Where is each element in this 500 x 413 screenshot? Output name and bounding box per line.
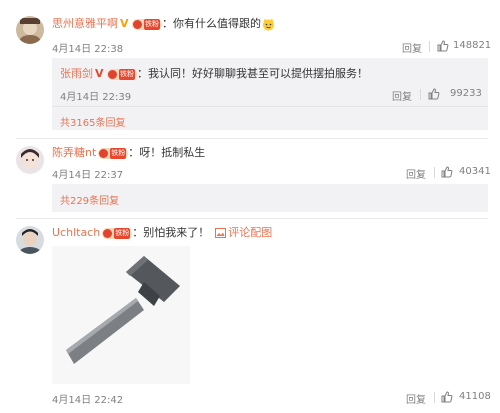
comment-text: ：你有什么值得跟的: [162, 17, 261, 30]
like-count: 40341: [459, 166, 491, 177]
like-count: 41108: [459, 391, 491, 402]
divider: [420, 89, 421, 100]
comment-divider: [16, 218, 488, 219]
reply-button[interactable]: 回复: [406, 166, 426, 181]
fan-heart-icon: [99, 148, 109, 158]
more-replies-link[interactable]: 共229条回复: [60, 192, 119, 207]
divider: [434, 167, 435, 178]
reply-button[interactable]: 回复: [406, 391, 426, 406]
like-count: 99233: [450, 88, 482, 99]
reply-button[interactable]: 回复: [392, 88, 412, 103]
fan-heart-icon: [133, 19, 142, 29]
comment-header: Uchltach 铁粉 ：别怕我来了！ 评论配图: [52, 226, 272, 240]
comment-username[interactable]: 陈弄糖nt: [52, 146, 96, 159]
more-replies-box: 共229条回复: [52, 184, 488, 212]
avatar[interactable]: [16, 16, 44, 44]
verified-v-icon: V: [95, 67, 104, 80]
avatar-image: [16, 146, 44, 174]
avatar-image: [16, 226, 44, 254]
fan-badge-label: 铁粉: [144, 18, 160, 30]
thumbs-up-icon[interactable]: [428, 88, 440, 100]
fan-badge: 铁粉: [98, 147, 129, 159]
thumbs-up-icon[interactable]: [437, 40, 449, 52]
fan-badge-label: 铁粉: [114, 227, 131, 239]
sub-reply-time: 4月14日 22:39: [60, 92, 132, 103]
sub-reply-username[interactable]: 张雨剑: [60, 67, 93, 80]
comment-time: 4月14日 22:38: [52, 44, 124, 55]
comment-header: 思州意雅平啊 V 铁粉 ：你有什么值得跟的: [52, 17, 275, 31]
comment-username[interactable]: 思州意雅平啊: [52, 17, 118, 30]
comment-divider: [16, 138, 488, 139]
avatar-image: [16, 16, 44, 44]
divider: [52, 106, 488, 107]
avatar[interactable]: [16, 226, 44, 254]
thumbs-up-icon[interactable]: [441, 391, 453, 403]
thumbs-up-icon[interactable]: [441, 166, 453, 178]
fan-badge-label: 铁粉: [110, 147, 127, 159]
image-icon: [215, 228, 227, 238]
divider: [429, 41, 430, 52]
comment-text: ：别怕我来了！: [132, 226, 210, 239]
avatar[interactable]: [16, 146, 44, 174]
comment-header: 陈弄糖nt 铁粉 ：呀！抵制私生: [52, 146, 205, 160]
reply-button[interactable]: 回复: [402, 40, 422, 55]
fan-badge: 铁粉: [102, 227, 133, 239]
fan-heart-icon: [103, 228, 113, 238]
comment-username[interactable]: Uchltach: [52, 226, 100, 239]
verified-v-icon: V: [120, 17, 129, 30]
comment-time: 4月14日 22:42: [52, 395, 124, 406]
fan-badge: 铁粉: [107, 68, 137, 80]
comment-image-link[interactable]: 评论配图: [228, 226, 272, 239]
fan-badge: 铁粉: [132, 18, 162, 30]
comment-attached-image[interactable]: [52, 246, 190, 384]
comment-text: ：呀！抵制私生: [128, 146, 206, 159]
more-replies-link[interactable]: 共3165条回复: [60, 114, 125, 129]
divider: [434, 392, 435, 403]
sub-reply-header: 张雨剑 V 铁粉 ：我认同！好好聊聊我甚至可以提供摆拍服务！: [60, 67, 368, 81]
sub-reply-text: ：我认同！好好聊聊我甚至可以提供摆拍服务！: [137, 67, 368, 80]
hammer-image: [52, 246, 190, 384]
comment-time: 4月14日 22:37: [52, 170, 124, 181]
sub-reply-box: 张雨剑 V 铁粉 ：我认同！好好聊聊我甚至可以提供摆拍服务！ 4月14日 22:39 …: [52, 58, 488, 130]
smiling-cat-face-emoji: [262, 18, 275, 31]
like-count: 148821: [453, 40, 492, 51]
fan-heart-icon: [108, 69, 117, 79]
fan-badge-label: 铁粉: [119, 68, 135, 80]
